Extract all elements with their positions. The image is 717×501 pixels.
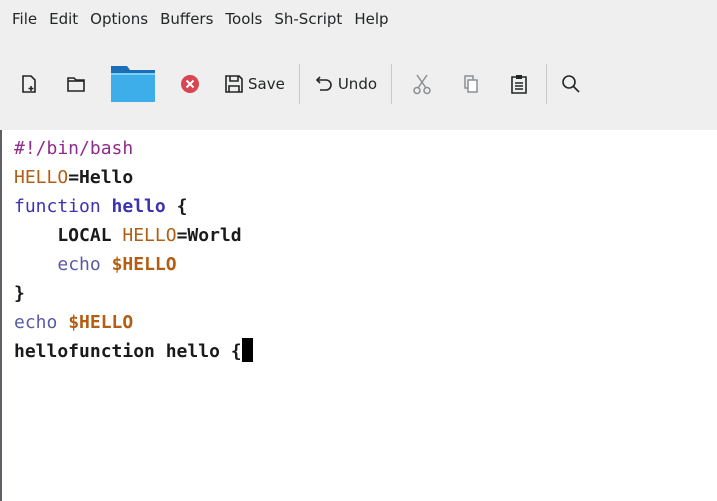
folder-icon <box>67 77 85 92</box>
save-label: Save <box>248 75 285 93</box>
assignment-value: =Hello <box>68 167 134 188</box>
blue-folder-icon <box>111 66 155 102</box>
undo-button[interactable]: Undo <box>306 56 385 112</box>
variable-name: HELLO <box>122 225 177 246</box>
toolbar-separator <box>298 64 300 104</box>
code-line: function hello { <box>14 196 187 217</box>
undo-label: Undo <box>337 75 378 93</box>
open-brace: { <box>165 196 188 217</box>
new-file-icon <box>22 75 36 93</box>
save-button[interactable]: Save <box>216 56 293 112</box>
code-line: echo $HELLO <box>14 254 177 275</box>
variable-reference: $HELLO <box>68 312 134 333</box>
menu-sh-script[interactable]: Sh-Script <box>268 0 348 38</box>
search-button[interactable] <box>553 56 581 112</box>
local-word: LOCAL <box>14 225 123 246</box>
menu-file[interactable]: File <box>0 0 43 38</box>
clipboard-icon <box>511 75 527 94</box>
toolbar: Save Undo <box>0 38 717 130</box>
echo-builtin: echo <box>14 312 58 333</box>
menu-edit[interactable]: Edit <box>43 0 84 38</box>
toolbar-separator <box>546 64 548 104</box>
toolbar-separator <box>391 64 393 104</box>
code-line: HELLO=Hello <box>14 167 133 188</box>
menu-options[interactable]: Options <box>84 0 154 38</box>
code-line: LOCAL HELLO=World <box>14 225 242 246</box>
open-directory-button[interactable] <box>58 56 94 112</box>
menu-tools[interactable]: Tools <box>219 0 268 38</box>
echo-builtin: echo <box>57 254 101 275</box>
assignment-value: =World <box>176 225 242 246</box>
typed-text: hellofunction hello { <box>14 341 242 362</box>
close-button[interactable] <box>172 56 208 112</box>
code-line: echo $HELLO <box>14 312 133 333</box>
code-line: #!/bin/bash <box>14 138 133 159</box>
function-name: hello <box>111 196 166 217</box>
cut-button[interactable] <box>404 56 440 112</box>
editor-area[interactable]: #!/bin/bash HELLO=Hello function hello {… <box>0 130 717 501</box>
code-line: hellofunction hello { <box>14 338 253 362</box>
shebang-comment: #!/bin/bash <box>14 138 134 159</box>
search-icon <box>562 75 580 93</box>
code-buffer: #!/bin/bash HELLO=Hello function hello {… <box>2 130 717 366</box>
new-file-button[interactable] <box>0 56 46 112</box>
menu-buffers[interactable]: Buffers <box>154 0 219 38</box>
menu-bar: File Edit Options Buffers Tools Sh-Scrip… <box>0 0 717 38</box>
function-keyword: function <box>14 196 101 217</box>
menu-help[interactable]: Help <box>348 0 394 38</box>
code-line: } <box>14 283 25 304</box>
close-brace: } <box>14 283 25 304</box>
copy-icon <box>464 75 478 93</box>
variable-name: HELLO <box>14 167 69 188</box>
copy-button[interactable] <box>454 56 488 112</box>
close-circle-icon <box>181 75 199 93</box>
save-icon <box>225 75 243 93</box>
scissors-icon <box>413 74 431 95</box>
paste-button[interactable] <box>502 56 536 112</box>
variable-reference: $HELLO <box>111 254 177 275</box>
undo-icon <box>315 76 332 91</box>
open-file-button[interactable] <box>102 56 164 112</box>
text-cursor <box>241 338 253 362</box>
